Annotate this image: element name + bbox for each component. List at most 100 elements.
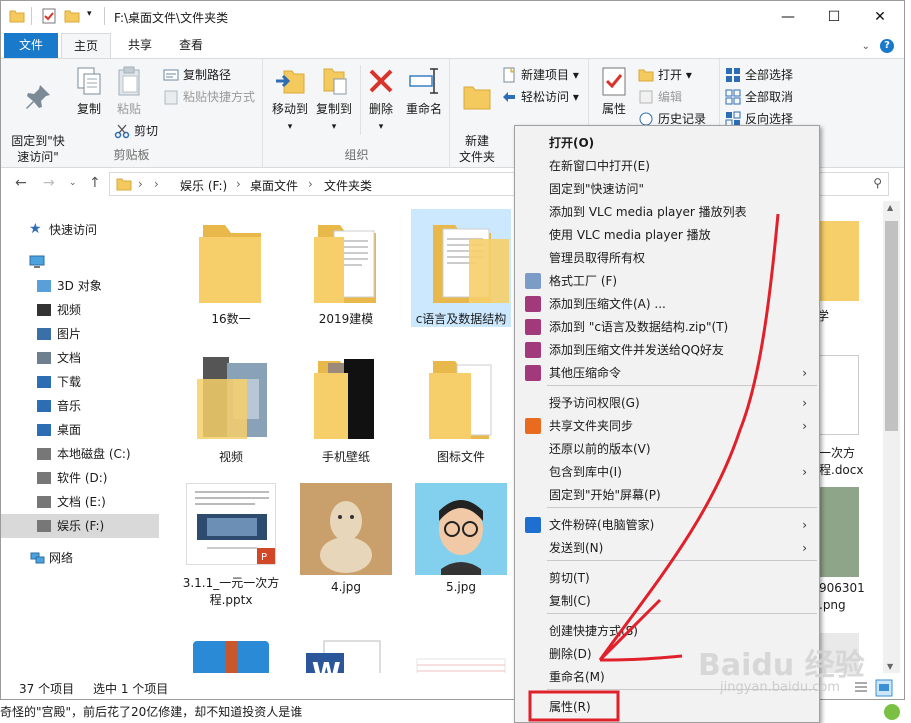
tab-view[interactable]: 查看 <box>167 33 215 58</box>
maximize-button[interactable]: ☐ <box>811 1 857 33</box>
vertical-scrollbar[interactable]: ▲ ▼ <box>883 201 900 673</box>
expand-ribbon-icon[interactable]: ⌄ <box>862 41 870 52</box>
up-arrow-icon[interactable]: ↑ <box>89 175 101 191</box>
large-icons-view-icon[interactable] <box>875 679 893 697</box>
breadcrumb-desktop-files[interactable]: 桌面文件 <box>250 177 298 194</box>
tab-home[interactable]: 主页 <box>61 33 111 59</box>
file-item[interactable] <box>411 633 511 673</box>
minimize-button[interactable]: — <box>765 1 811 33</box>
paste-button[interactable]: 粘贴 <box>111 65 147 117</box>
folder-item[interactable]: 16数一 <box>181 211 281 328</box>
properties-button[interactable]: 属性 <box>594 65 634 117</box>
context-menu-item[interactable]: 属性(R) <box>517 696 817 718</box>
nav-item[interactable]: 图片 <box>1 322 159 346</box>
easy-access-button[interactable]: 轻松访问 ▾ <box>501 87 579 107</box>
menu-separator <box>547 507 817 508</box>
submenu-arrow-icon: › <box>802 396 807 410</box>
nav-item[interactable]: 文档 (E:) <box>1 490 159 514</box>
file-item[interactable] <box>181 633 281 673</box>
context-menu-item[interactable]: 管理员取得所有权 <box>517 247 817 269</box>
context-menu-item[interactable]: 包含到库中(I) › <box>517 461 817 483</box>
nav-item[interactable]: 视频 <box>1 298 159 322</box>
context-menu-item[interactable]: 授予访问权限(G) › <box>517 392 817 414</box>
context-menu-item[interactable]: 复制(C) <box>517 590 817 612</box>
forward-arrow-icon[interactable]: → <box>43 175 55 191</box>
breadcrumb-separator[interactable]: › <box>154 177 159 191</box>
breadcrumb-drive-f[interactable]: 娱乐 (F:) <box>180 177 227 194</box>
download-icon <box>37 376 51 388</box>
context-menu-label: 管理员取得所有权 <box>549 251 646 265</box>
nav-item[interactable]: 桌面 <box>1 418 159 442</box>
edit-button[interactable]: 编辑 <box>638 87 682 107</box>
nav-item[interactable]: 3D 对象 <box>1 274 159 298</box>
nav-network[interactable]: 网络 <box>1 546 159 570</box>
nav-quick-access[interactable]: ★ 快速访问 <box>1 218 159 242</box>
context-menu-item[interactable]: 固定到"开始"屏幕(P) <box>517 484 817 506</box>
context-menu-item[interactable]: 添加到压缩文件并发送给QQ好友 <box>517 339 817 361</box>
folder-item[interactable]: 手机壁纸 <box>296 349 396 466</box>
open-button[interactable]: 打开 ▾ <box>638 65 692 85</box>
dog-photo-thumbnail <box>300 483 392 575</box>
tab-file[interactable]: 文件 <box>4 33 58 58</box>
nav-item[interactable]: 音乐 <box>1 394 159 418</box>
rename-button[interactable]: 重命名 <box>402 65 446 117</box>
back-arrow-icon[interactable]: ← <box>15 175 27 191</box>
nav-this-pc[interactable] <box>1 250 159 274</box>
file-item[interactable]: 4.jpg <box>296 483 396 596</box>
help-icon[interactable]: ? <box>880 39 894 53</box>
properties-check-icon[interactable] <box>41 8 57 24</box>
context-menu-item[interactable]: 使用 VLC media player 播放 <box>517 224 817 246</box>
context-menu-item[interactable]: 共享文件夹同步 › <box>517 415 817 437</box>
context-menu-item[interactable]: 发送到(N) › <box>517 537 817 559</box>
nav-item[interactable]: 本地磁盘 (C:) <box>1 442 159 466</box>
folder-item[interactable]: 视频 <box>181 349 281 466</box>
context-menu-item[interactable]: 打开(O) <box>517 132 817 154</box>
context-menu-item[interactable]: 添加到 "c语言及数据结构.zip"(T) <box>517 316 817 338</box>
select-all-button[interactable]: 全部选择 <box>725 65 793 85</box>
breadcrumb-separator[interactable]: › <box>236 177 241 191</box>
context-menu-item[interactable]: 其他压缩命令 › <box>517 362 817 384</box>
copy-to-button[interactable]: 复制到 ▾ <box>312 65 356 135</box>
breadcrumb-separator[interactable]: › <box>138 177 143 191</box>
video-icon <box>37 304 51 316</box>
file-item[interactable]: P 3.1.1_一元一次方 程.pptx <box>181 483 281 609</box>
scrollbar-thumb[interactable] <box>885 221 898 431</box>
context-menu-item[interactable]: 添加到 VLC media player 播放列表 <box>517 201 817 223</box>
context-menu-item[interactable]: 在新窗口中打开(E) <box>517 155 817 177</box>
new-folder-icon[interactable] <box>64 8 80 24</box>
nav-item[interactable]: 娱乐 (F:) <box>1 514 159 538</box>
file-item[interactable]: W <box>296 633 396 673</box>
context-menu-item[interactable]: 添加到压缩文件(A) ... <box>517 293 817 315</box>
breadcrumb-folder-category[interactable]: 文件夹类 <box>324 177 372 194</box>
new-item-button[interactable]: 新建项目 ▾ <box>501 65 579 85</box>
drive-icon <box>37 520 51 532</box>
context-menu-item[interactable]: 格式工厂 (F) <box>517 270 817 292</box>
context-menu-item[interactable]: 创建快捷方式(S) <box>517 620 817 642</box>
context-menu-item[interactable]: 剪切(T) <box>517 567 817 589</box>
paste-shortcut-button[interactable]: 粘贴快捷方式 <box>163 87 255 107</box>
delete-button[interactable]: 删除 ▾ <box>364 65 398 135</box>
select-none-button[interactable]: 全部取消 <box>725 87 793 107</box>
folder-item[interactable]: 2019建模 <box>296 211 396 328</box>
customize-quick-access-icon[interactable]: ▾ <box>87 9 92 19</box>
context-menu-item[interactable]: 文件粉碎(电脑管家) › <box>517 514 817 536</box>
cut-button[interactable]: 剪切 <box>114 121 158 141</box>
context-menu-item[interactable]: 还原以前的版本(V) <box>517 438 817 460</box>
nav-item[interactable]: 下载 <box>1 370 159 394</box>
context-menu-item[interactable]: 固定到"快速访问" <box>517 178 817 200</box>
move-to-button[interactable]: 移动到 ▾ <box>268 65 312 135</box>
nav-item[interactable]: 软件 (D:) <box>1 466 159 490</box>
copy-path-button[interactable]: 复制路径 <box>163 65 231 85</box>
tab-share[interactable]: 共享 <box>116 33 164 58</box>
folder-item[interactable]: 图标文件 <box>411 349 511 466</box>
folder-item-selected[interactable]: c语言及数据结构 <box>411 209 511 327</box>
scroll-up-icon[interactable]: ▲ <box>887 203 893 212</box>
scroll-down-icon[interactable]: ▼ <box>887 662 893 671</box>
breadcrumb-separator[interactable]: › <box>308 177 313 191</box>
recent-locations-chevron-icon[interactable]: ⌄ <box>69 178 77 188</box>
file-item[interactable]: 5.jpg <box>411 483 511 596</box>
copy-button[interactable]: 复制 <box>71 65 107 117</box>
nav-item[interactable]: 文档 <box>1 346 159 370</box>
app-tray-icon[interactable] <box>884 704 900 720</box>
close-button[interactable]: ✕ <box>857 1 903 33</box>
